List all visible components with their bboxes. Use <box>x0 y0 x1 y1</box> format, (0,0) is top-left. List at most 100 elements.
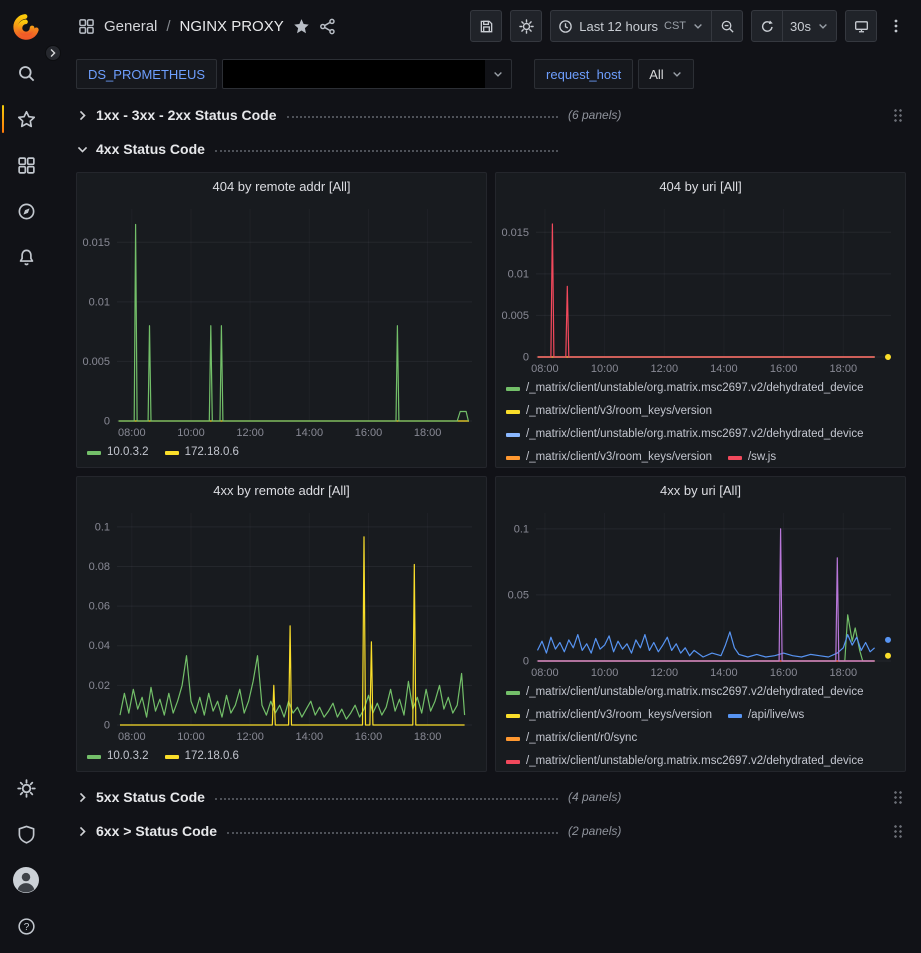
dashboard-canvas: 1xx - 3xx - 2xx Status Code (6 panels) 4… <box>52 96 921 953</box>
legend-item[interactable]: /_matrix/client/v3/room_keys/version <box>506 446 712 467</box>
kebab-menu-icon[interactable] <box>885 18 907 34</box>
datasource-variable-label[interactable]: DS_PROMETHEUS <box>76 59 217 89</box>
panel-title[interactable]: 404 by remote addr [All] <box>77 173 486 201</box>
panel-grid: 404 by remote addr [All] 00.0050.010.015… <box>76 172 906 772</box>
panel-404-by-remote-addr: 404 by remote addr [All] 00.0050.010.015… <box>76 172 487 468</box>
chevron-down-icon <box>485 60 511 88</box>
svg-text:18:00: 18:00 <box>414 427 442 439</box>
legend-item[interactable]: 172.18.0.6 <box>165 745 239 768</box>
dotted-leader <box>215 150 558 152</box>
request-host-variable-value: All <box>649 67 663 82</box>
timeseries-chart[interactable]: 00.0050.010.01508:0010:0012:0014:0016:00… <box>496 201 905 377</box>
legend-item[interactable]: 10.0.3.2 <box>87 745 149 768</box>
legend-item[interactable]: /_matrix/client/r0/sync <box>506 727 637 750</box>
svg-text:0.01: 0.01 <box>89 296 110 308</box>
dashboards-icon[interactable] <box>0 142 52 188</box>
svg-text:10:00: 10:00 <box>177 427 205 439</box>
time-range-label: Last 12 hours <box>579 19 658 34</box>
chevron-right-icon <box>76 791 96 804</box>
refresh-interval-label: 30s <box>790 19 811 34</box>
svg-text:0.1: 0.1 <box>95 521 110 533</box>
row-drag-handle[interactable] <box>893 108 903 123</box>
row-panel-count: (2 panels) <box>568 824 621 838</box>
sidebar: ? <box>0 0 52 953</box>
request-host-variable-select[interactable]: All <box>638 59 693 89</box>
row-panel-count: (4 panels) <box>568 790 621 804</box>
svg-text:14:00: 14:00 <box>710 363 738 375</box>
svg-text:10:00: 10:00 <box>591 363 619 375</box>
settings-gear-icon[interactable] <box>0 765 52 811</box>
row-header-6xx[interactable]: 6xx > Status Code (2 panels) <box>76 818 906 844</box>
svg-text:0.06: 0.06 <box>89 601 110 613</box>
timeseries-chart[interactable]: 00.050.108:0010:0012:0014:0016:0018:00 <box>496 505 905 681</box>
search-icon[interactable] <box>0 50 52 96</box>
svg-text:16:00: 16:00 <box>770 667 798 679</box>
server-admin-shield-icon[interactable] <box>0 811 52 857</box>
svg-text:0.04: 0.04 <box>89 640 110 652</box>
help-icon[interactable]: ? <box>0 903 52 949</box>
panel-title[interactable]: 404 by uri [All] <box>496 173 905 201</box>
tv-mode-button[interactable] <box>845 10 877 42</box>
save-dashboard-button[interactable] <box>470 10 502 42</box>
svg-text:08:00: 08:00 <box>531 363 559 375</box>
favorite-star-icon[interactable] <box>293 18 310 35</box>
svg-text:0.01: 0.01 <box>508 268 529 280</box>
share-icon[interactable] <box>319 18 336 35</box>
legend-item[interactable]: /api/live/ws <box>728 704 804 727</box>
timeseries-chart[interactable]: 00.020.040.060.080.108:0010:0012:0014:00… <box>77 505 486 745</box>
row-header-1xx-3xx-2xx[interactable]: 1xx - 3xx - 2xx Status Code (6 panels) <box>76 102 906 128</box>
refresh-interval-dropdown[interactable]: 30s <box>782 10 837 42</box>
chart-legend: /_matrix/client/unstable/org.matrix.msc2… <box>496 377 905 467</box>
starred-dashboards-icon[interactable] <box>0 96 52 142</box>
legend-item[interactable]: /sw.js <box>728 446 776 467</box>
grafana-app: ? General / NGINX PROXY <box>0 0 921 953</box>
svg-text:?: ? <box>23 922 29 933</box>
request-host-variable-label[interactable]: request_host <box>534 59 633 89</box>
row-drag-handle[interactable] <box>893 824 903 839</box>
svg-text:10:00: 10:00 <box>591 667 619 679</box>
svg-text:14:00: 14:00 <box>710 667 738 679</box>
dashboard-settings-button[interactable] <box>510 10 542 42</box>
chevron-down-icon <box>817 20 829 32</box>
legend-item[interactable]: 10.0.3.2 <box>87 441 149 464</box>
chart-legend: 10.0.3.2 172.18.0.6 <box>77 745 486 771</box>
sidebar-expand-button[interactable] <box>45 45 61 61</box>
row-drag-handle[interactable] <box>893 790 903 805</box>
grafana-logo[interactable] <box>0 4 52 50</box>
refresh-button[interactable] <box>751 10 783 42</box>
dashboard-variables-bar: DS_PROMETHEUS request_host All <box>52 52 921 96</box>
svg-text:0.08: 0.08 <box>89 561 110 573</box>
alerting-bell-icon[interactable] <box>0 234 52 280</box>
legend-item[interactable]: /_matrix/client/unstable/org.matrix.msc2… <box>506 377 864 400</box>
chevron-down-icon <box>692 20 704 32</box>
legend-item[interactable]: 172.18.0.6 <box>165 441 239 464</box>
panel-404-by-uri: 404 by uri [All] 00.0050.010.01508:0010:… <box>495 172 906 468</box>
svg-text:16:00: 16:00 <box>355 427 383 439</box>
svg-text:14:00: 14:00 <box>296 427 324 439</box>
row-header-5xx[interactable]: 5xx Status Code (4 panels) <box>76 784 906 810</box>
panel-title[interactable]: 4xx by uri [All] <box>496 477 905 505</box>
svg-text:12:00: 12:00 <box>651 667 679 679</box>
time-range-picker[interactable]: Last 12 hours CST <box>550 10 712 42</box>
legend-item[interactable]: /_matrix/client/v3/room_keys/version <box>506 704 712 727</box>
svg-text:0: 0 <box>523 352 529 364</box>
svg-text:0.05: 0.05 <box>508 589 529 601</box>
top-navigation: General / NGINX PROXY <box>52 0 921 52</box>
breadcrumb-separator: / <box>166 18 170 35</box>
zoom-out-button[interactable] <box>711 10 743 42</box>
row-header-4xx[interactable]: 4xx Status Code <box>76 136 906 162</box>
chevron-right-icon <box>76 825 96 838</box>
datasource-variable-select[interactable] <box>222 59 512 89</box>
breadcrumb-section[interactable]: General <box>104 18 157 35</box>
legend-item[interactable]: /_matrix/client/unstable/org.matrix.msc2… <box>506 423 864 446</box>
timeseries-chart[interactable]: 00.0050.010.01508:0010:0012:0014:0016:00… <box>77 201 486 441</box>
explore-compass-icon[interactable] <box>0 188 52 234</box>
legend-item[interactable]: /_matrix/client/unstable/org.matrix.msc2… <box>506 750 864 771</box>
legend-item[interactable]: /_matrix/client/unstable/org.matrix.msc2… <box>506 681 864 704</box>
chevron-down-icon <box>76 143 96 156</box>
panel-title[interactable]: 4xx by remote addr [All] <box>77 477 486 505</box>
user-avatar[interactable] <box>0 857 52 903</box>
chevron-down-icon <box>671 68 683 80</box>
dotted-leader <box>287 116 558 118</box>
legend-item[interactable]: /_matrix/client/v3/room_keys/version <box>506 400 712 423</box>
